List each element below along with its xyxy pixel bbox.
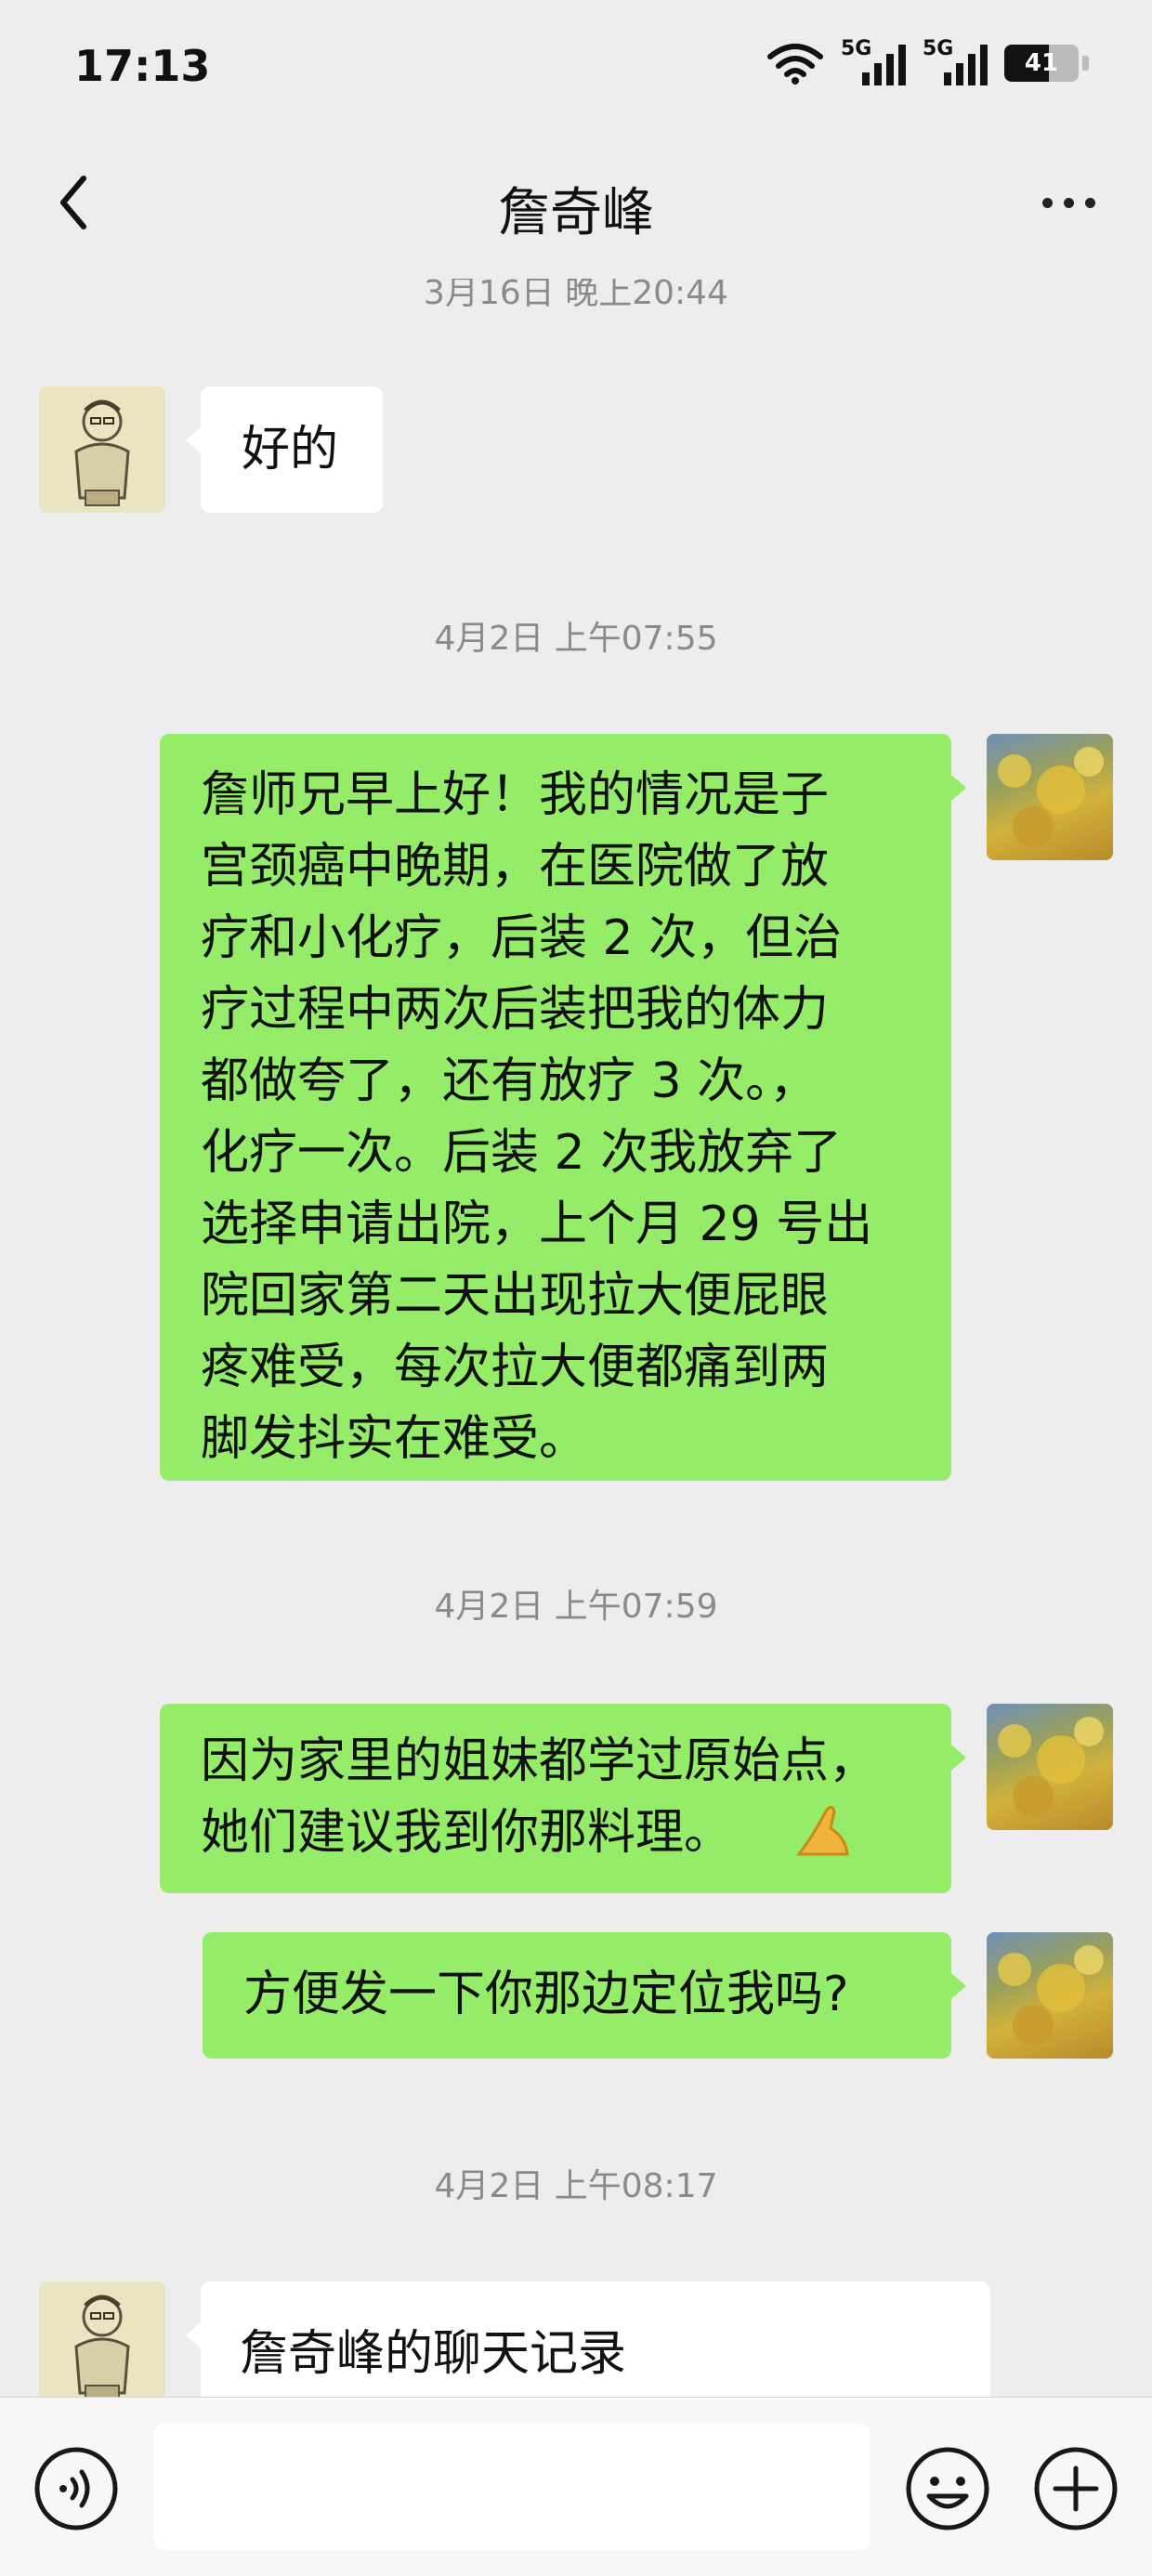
- message-bubble-incoming[interactable]: 好的: [186, 386, 383, 513]
- battery-icon: 41: [1004, 45, 1079, 82]
- contact-avatar[interactable]: [39, 2282, 165, 2397]
- avatar-sketch-icon: [39, 2282, 165, 2397]
- self-avatar[interactable]: [987, 1932, 1113, 2059]
- status-bar: 17:13 5G 5G 41: [0, 0, 1152, 130]
- timestamp: 4月2日 上午07:59: [434, 1588, 718, 1626]
- battery-tip: [1082, 56, 1089, 71]
- avatar-photo-icon: [998, 747, 1104, 847]
- chat-header: 詹奇峰: [0, 130, 1152, 279]
- message-bubble-outgoing[interactable]: 詹师兄早上好！我的情况是子 宫颈癌中晚期，在医院做了放 疗和小化疗，后装 2 次…: [160, 734, 966, 1481]
- status-time: 17:13: [74, 41, 211, 91]
- self-avatar[interactable]: [987, 734, 1113, 860]
- message-input[interactable]: [154, 2424, 870, 2550]
- emoji-button[interactable]: [905, 2446, 990, 2531]
- message-bubble-outgoing[interactable]: 方便发一下你那边定位我吗?: [203, 1932, 966, 2059]
- chat-record-card[interactable]: 詹奇峰的聊天记录: [186, 2282, 990, 2397]
- message-text: 因为家里的姐妹都学过原始点， 她们建议我到你那料理。: [201, 1733, 878, 1861]
- timestamp: 3月16日 晚上20:44: [424, 279, 728, 312]
- cellular-signal-icon-1: 5G: [841, 37, 906, 89]
- voice-icon: [34, 2447, 118, 2530]
- more-dots-icon: [1063, 197, 1074, 208]
- self-avatar[interactable]: [987, 1704, 1113, 1830]
- chat-title: 詹奇峰: [498, 183, 654, 243]
- more-options-button[interactable]: [1022, 165, 1115, 240]
- avatar-photo-icon: [998, 1945, 1104, 2046]
- avatar-sketch-icon: [39, 386, 165, 513]
- timestamp: 4月2日 上午08:17: [434, 2167, 718, 2205]
- more-dots-icon: [1084, 197, 1095, 208]
- more-dots-icon: [1041, 197, 1053, 208]
- plus-icon: [1034, 2447, 1118, 2530]
- contact-avatar[interactable]: [39, 386, 165, 513]
- wifi-icon: [767, 44, 823, 85]
- timestamp: 4月2日 上午07:55: [434, 620, 718, 658]
- chat-record-title: 詹奇峰的聊天记录: [240, 2326, 627, 2382]
- battery-level: 41: [1024, 49, 1059, 77]
- message-bubble-outgoing[interactable]: 因为家里的姐妹都学过原始点， 她们建议我到你那料理。: [160, 1704, 966, 1893]
- input-bar: [0, 2397, 1152, 2576]
- message-text: 好的: [242, 422, 339, 477]
- message-text: 詹师兄早上好！我的情况是子 宫颈癌中晚期，在医院做了放 疗和小化疗，后装 2 次…: [201, 767, 873, 1467]
- message-text: 方便发一下你那边定位我吗?: [243, 1967, 849, 2022]
- more-functions-button[interactable]: [1033, 2446, 1119, 2531]
- cellular-signal-icon-2: 5G: [923, 37, 988, 89]
- status-icons: 5G 5G 41: [766, 37, 1089, 89]
- folded-hands-emoji-icon: [795, 1805, 849, 1856]
- avatar-photo-icon: [998, 1717, 1104, 1817]
- voice-button[interactable]: [33, 2446, 119, 2531]
- chat-message-list[interactable]: 3月16日 晚上20:44 好的 4月2日 上午07:55 詹师兄早上好！我的情…: [0, 279, 1152, 2397]
- emoji-icon: [906, 2447, 989, 2530]
